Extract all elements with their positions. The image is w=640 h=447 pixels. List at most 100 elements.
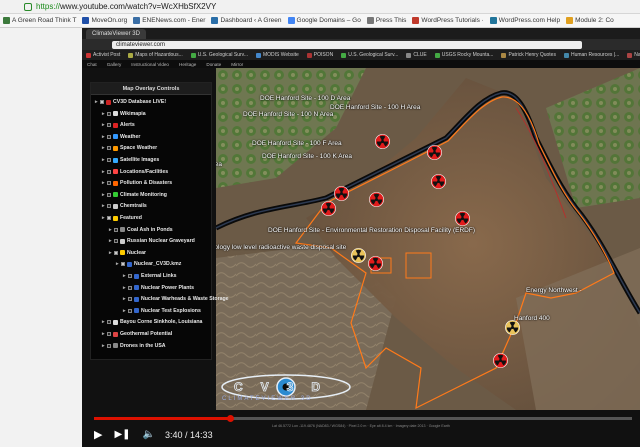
layer-checkbox[interactable] [107,332,111,336]
bookmark-favicon-icon [489,17,497,24]
inner-bookmark[interactable]: POISON [303,52,337,58]
layer-item[interactable]: ▸ Chemtrails [102,203,147,209]
host-bookmark[interactable]: Press This [364,17,410,24]
layer-checkbox[interactable] [107,134,111,139]
layer-checkbox[interactable] [107,158,111,162]
layer-item[interactable]: ▸ Space Weather [102,145,157,151]
layer-label: Nuclear [127,249,147,256]
layer-item[interactable]: ▸ Nuclear Warheads & Waste Storage [123,296,229,302]
layer-item[interactable]: ▸ Nuclear Power Plants [123,285,194,291]
layer-checkbox[interactable] [107,343,111,348]
inner-bookmark[interactable]: National Unmanned... [623,52,640,58]
inner-bookmark[interactable]: Maps of Hazardous... [124,52,187,58]
host-bookmark[interactable]: WordPress Tutorials · [409,17,486,24]
layer-checkbox[interactable] [114,227,118,232]
layer-checkbox[interactable] [107,111,111,116]
radiation-hazard-icon[interactable] [455,211,470,226]
host-address-bar[interactable]: https://www.youtube.com/watch?v=WcXHbSfX… [0,0,640,14]
app-toolbar-item[interactable]: Gallery [102,62,127,67]
radiation-hazard-icon[interactable] [493,353,508,368]
scrubber-handle[interactable] [226,415,234,422]
layer-item[interactable]: ▸ Coal Ash in Ponds [109,227,173,233]
layer-icon [113,157,118,163]
layer-item[interactable]: ▸ Climate Monitoring [102,192,167,198]
layer-label: Nuclear Warheads & Waste Storage [141,296,229,303]
layer-checkbox[interactable] [128,285,132,290]
video-player[interactable]: ClimateViewer 3D climateviewer.com Activ… [82,28,640,447]
radiation-hazard-icon[interactable] [321,201,336,216]
layer-item[interactable]: ▸ CV3D Database LIVE! [95,99,166,105]
radiation-hazard-icon[interactable] [351,248,366,263]
radiation-hazard-icon[interactable] [368,256,383,271]
layer-item[interactable]: ▸ Pollution & Disasters [102,180,172,186]
host-bookmark[interactable]: ENENews.com - Ener [130,17,208,24]
layer-checkbox[interactable] [107,146,111,151]
inner-bookmark[interactable]: USGS Rocky Mounta... [431,52,498,58]
radiation-hazard-icon[interactable] [427,145,442,160]
bookmark-label: Module 2: Co [575,17,614,24]
app-toolbar-item[interactable]: Donate [201,62,226,67]
radiation-hazard-icon[interactable] [505,320,520,335]
app-toolbar-item[interactable]: Mirror [226,62,248,67]
host-bookmark[interactable]: WordPress.com Help [487,17,563,24]
layer-checkbox[interactable] [128,297,132,302]
inner-bookmark[interactable]: Patrick Henry Quotes [497,52,560,58]
host-bookmark[interactable]: Module 2: Co [563,17,617,24]
layer-item[interactable]: ▸ Russian Nuclear Graveyard [109,238,195,244]
host-bookmark[interactable]: MoveOn.org [79,17,130,24]
layer-item[interactable]: ▸ Weather [102,134,140,140]
app-toolbar-item[interactable]: Heritage [174,62,201,67]
layer-item[interactable]: ▸ Satellite Images [102,157,159,163]
layer-checkbox[interactable] [107,216,111,220]
inner-bookmark[interactable]: CLUE [402,52,430,58]
layer-checkbox[interactable] [128,274,132,278]
inner-bookmark[interactable]: MODIS Website [252,52,303,58]
inner-bookmark[interactable]: U.S. Geological Surv... [187,52,252,58]
layer-icon [134,273,139,279]
layer-item[interactable]: ▸ Nuclear_CV3D.kmz [116,261,181,267]
inner-url-field[interactable]: climateviewer.com [112,40,582,49]
layer-checkbox[interactable] [107,320,111,325]
next-icon[interactable]: ▶❚ [114,429,130,440]
bookmark-folder-icon [255,52,261,58]
layer-checkbox[interactable] [128,308,132,313]
app-toolbar-item[interactable]: Instructional Video [126,62,174,67]
layer-item[interactable]: ▸ Wikimapia [102,111,146,117]
video-progress-bar[interactable] [94,415,632,422]
layer-item[interactable]: ▸ Nuclear [109,250,146,256]
layer-checkbox[interactable] [121,262,125,267]
volume-icon[interactable]: 🔈 [143,429,155,440]
layer-checkbox[interactable] [107,204,111,209]
radiation-hazard-icon[interactable] [431,174,446,189]
inner-bookmark[interactable]: U.S. Geological Surv... [337,52,402,58]
layer-checkbox[interactable] [114,239,118,244]
host-bookmark[interactable]: Google Domains – Go [285,17,364,24]
layer-checkbox[interactable] [107,123,111,128]
layer-item[interactable]: ▸ Featured [102,215,142,221]
play-icon[interactable]: ▶ [94,428,102,441]
radiation-hazard-icon[interactable] [369,192,384,207]
layer-checkbox[interactable] [100,100,104,104]
map-overlay-controls-panel[interactable]: Map Overlay Controls ▸ CV3D Database LIVE… [90,82,229,360]
inner-bookmark[interactable]: Activist Post [82,52,124,58]
layer-checkbox[interactable] [107,169,111,174]
inner-tab[interactable]: ClimateViewer 3D [86,29,146,39]
host-bookmark[interactable]: A Green Road Think T [0,17,79,24]
layer-checkbox[interactable] [114,250,118,255]
inner-bookmark[interactable]: Human Resources |... [560,52,623,58]
layer-item[interactable]: ▸ Bayou Corne Sinkhole, Louisiana [102,319,202,325]
layer-item[interactable]: ▸ Geothermal Potential [102,331,172,337]
layer-item[interactable]: ▸ External Links [123,273,176,279]
radiation-hazard-icon[interactable] [334,186,349,201]
layer-item[interactable]: ▸ Drones in the USA [102,343,166,349]
layer-item[interactable]: ▸ Alerts [102,122,135,128]
satellite-map[interactable]: DOE Hanford Site - 100 D Area DOE Hanford… [216,68,640,410]
layer-item[interactable]: ▸ Nuclear Test Explosions [123,308,201,314]
app-toolbar-item[interactable]: Chat [82,62,102,67]
layer-checkbox[interactable] [107,181,111,186]
radiation-hazard-icon[interactable] [375,134,390,149]
host-url[interactable]: https://www.youtube.com/watch?v=WcXHbSfX… [36,2,216,11]
layer-item[interactable]: ▸ Locations/Facilities [102,169,168,175]
layer-checkbox[interactable] [107,192,111,197]
host-bookmark[interactable]: Dashboard ‹ A Green [208,17,284,24]
